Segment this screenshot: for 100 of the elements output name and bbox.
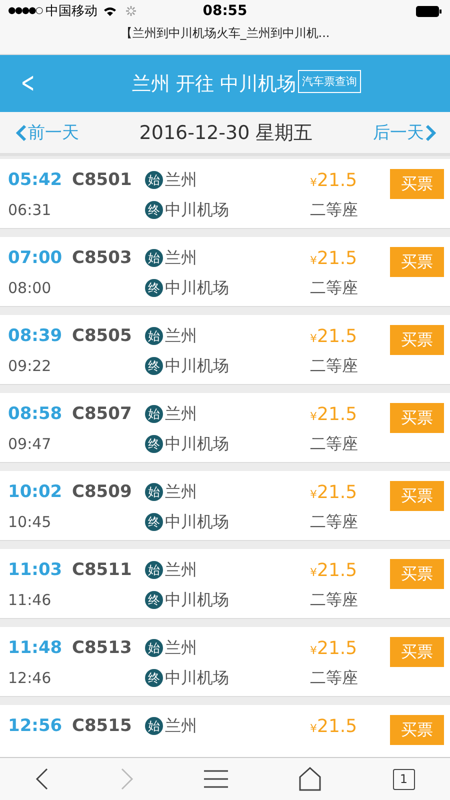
bus-ticket-link[interactable]: 汽车票查询 [298,70,362,93]
signal-strength: ●●●●○ [8,6,42,16]
departure-time: 11:48 [8,638,64,658]
seat-class: 二等座 [310,356,359,376]
origin-badge: 始 [145,483,163,501]
arrival-time: 09:47 [8,435,52,453]
train-number: C8511 [72,560,133,580]
seat-class: 二等座 [310,434,359,454]
destination-station: 中川机场 [165,590,229,610]
train-number: C8505 [72,326,133,346]
destination-station: 中川机场 [165,512,229,532]
chevron-right-icon [425,124,436,142]
origin-badge: 始 [145,405,163,423]
back-button[interactable]: < [20,69,35,97]
origin-badge: 始 [145,327,163,345]
back-icon[interactable] [35,767,50,791]
buy-ticket-button[interactable]: 买票 [390,715,444,745]
arrival-time: 08:00 [8,279,52,297]
destination-station: 中川机场 [165,278,229,298]
chevron-left-icon [16,124,27,142]
ticket-price: ¥21.5 [310,326,358,346]
ticket-price: ¥21.5 [310,404,358,424]
destination-station: 中川机场 [165,434,229,454]
origin-badge: 始 [145,561,163,579]
origin-station: 兰州 [165,404,197,424]
clock-time: 08:55 [202,3,248,19]
carrier-name: 中国移动 [45,3,98,20]
arrival-time: 12:46 [8,669,52,687]
destination-station: 中川机场 [165,668,229,688]
departure-time: 08:39 [8,326,64,346]
arrival-time: 11:46 [8,591,52,609]
menu-icon[interactable] [204,769,228,789]
origin-badge: 始 [145,249,163,267]
departure-time: 05:42 [8,170,64,190]
origin-badge: 始 [145,639,163,657]
train-number: C8513 [72,638,133,658]
train-card[interactable]: 12:56 C8515 始 兰州 ¥21.5 买票 [0,705,450,757]
arrival-time: 09:22 [8,357,52,375]
seat-class: 二等座 [310,200,359,220]
origin-station: 兰州 [165,716,197,736]
origin-badge: 始 [145,171,163,189]
wifi-icon [103,6,118,16]
departure-time: 10:02 [8,482,64,502]
arrival-time: 10:45 [8,513,52,531]
terminal-badge: 终 [145,435,163,453]
departure-time: 12:56 [8,716,64,736]
seat-class: 二等座 [310,668,359,688]
terminal-badge: 终 [145,279,163,297]
ticket-price: ¥21.5 [310,638,358,658]
train-number: C8509 [72,482,133,502]
train-card[interactable]: 07:00 C8503 始 兰州 ¥21.5 买票 08:00 终 中川机场 二等座 [0,237,450,307]
buy-ticket-button[interactable]: 买票 [390,247,444,277]
origin-station: 兰州 [165,638,197,658]
train-card[interactable]: 11:48 C8513 始 兰州 ¥21.5 买票 12:46 终 中川机场 二等座 [0,627,450,697]
route-title: 兰州 开往 中川机场 [132,72,296,94]
ticket-price: ¥21.5 [310,716,358,736]
seat-class: 二等座 [310,590,359,610]
train-card[interactable]: 11:03 C8511 始 兰州 ¥21.5 买票 11:46 终 中川机场 二等座 [0,549,450,619]
origin-station: 兰州 [165,482,197,502]
ticket-price: ¥21.5 [310,560,358,580]
train-number: C8503 [72,248,133,268]
train-card[interactable]: 08:58 C8507 始 兰州 ¥21.5 买票 09:47 终 中川机场 二等座 [0,393,450,463]
terminal-badge: 终 [145,591,163,609]
departure-time: 11:03 [8,560,64,580]
train-number: C8501 [72,170,133,190]
origin-station: 兰州 [165,326,197,346]
arrival-time: 06:31 [8,201,52,219]
buy-ticket-button[interactable]: 买票 [390,637,444,667]
origin-station: 兰州 [165,248,197,268]
destination-station: 中川机场 [165,356,229,376]
next-day-link[interactable]: 后一天 [373,121,436,144]
buy-ticket-button[interactable]: 买票 [390,559,444,589]
train-number: C8515 [72,716,133,736]
ticket-price: ¥21.5 [310,248,358,268]
buy-ticket-button[interactable]: 买票 [390,403,444,433]
buy-ticket-button[interactable]: 买票 [390,325,444,355]
origin-station: 兰州 [165,170,197,190]
tabs-button[interactable]: 1 [392,768,415,790]
home-icon[interactable] [298,767,322,791]
seat-class: 二等座 [310,512,359,532]
buy-ticket-button[interactable]: 买票 [390,169,444,199]
train-card[interactable]: 05:42 C8501 始 兰州 ¥21.5 买票 06:31 终 中川机场 二等座 [0,159,450,229]
page-title: 【兰州到中川机场火车_兰州到中川机... [120,25,330,42]
terminal-badge: 终 [145,357,163,375]
ticket-price: ¥21.5 [310,482,358,502]
departure-time: 07:00 [8,248,64,268]
destination-station: 中川机场 [165,200,229,220]
buy-ticket-button[interactable]: 买票 [390,481,444,511]
terminal-badge: 终 [145,201,163,219]
train-card[interactable]: 08:39 C8505 始 兰州 ¥21.5 买票 09:22 终 中川机场 二等座 [0,315,450,385]
selected-date: 2016-12-30 星期五 [139,120,313,146]
seat-class: 二等座 [310,278,359,298]
battery-icon [416,6,442,16]
train-number: C8507 [72,404,133,424]
ticket-price: ¥21.5 [310,170,358,190]
train-card[interactable]: 10:02 C8509 始 兰州 ¥21.5 买票 10:45 终 中川机场 二等座 [0,471,450,541]
previous-day-link[interactable]: 前一天 [16,121,79,144]
loading-icon [125,5,138,17]
terminal-badge: 终 [145,513,163,531]
departure-time: 08:58 [8,404,64,424]
